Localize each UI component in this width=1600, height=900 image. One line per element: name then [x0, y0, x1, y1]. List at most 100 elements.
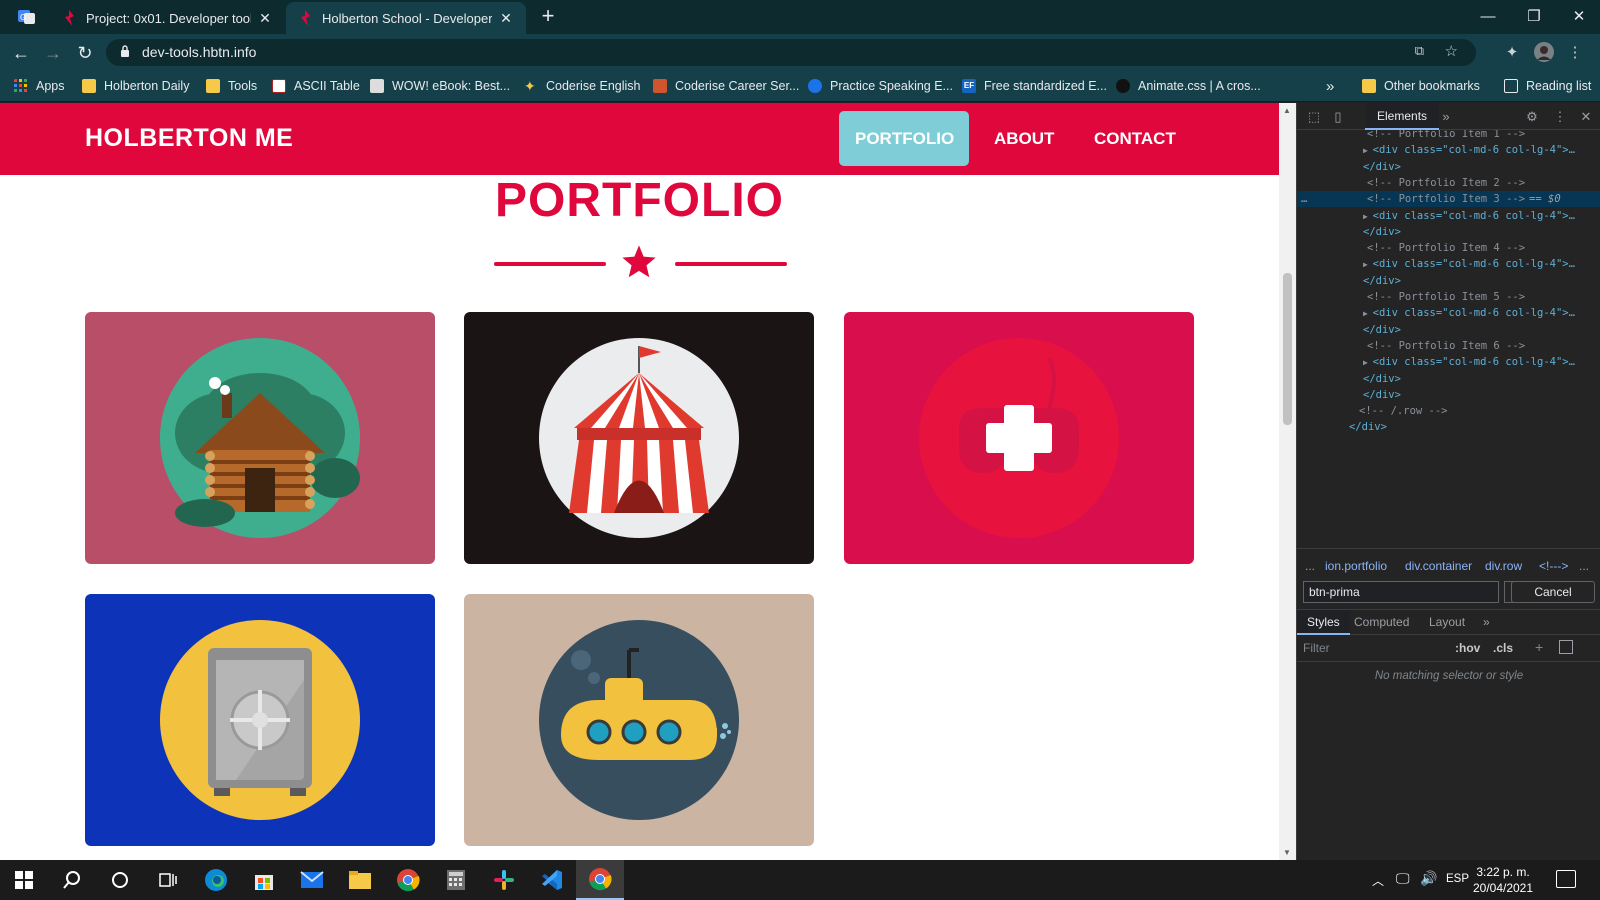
breadcrumb-item[interactable]: ion.portfolio [1325, 559, 1387, 573]
toggle-sidebar-icon[interactable] [1559, 640, 1573, 654]
more-tabs-chevron-icon[interactable]: » [1437, 108, 1455, 126]
devtools-menu-icon[interactable]: ⋮ [1551, 108, 1569, 126]
cortana-button[interactable] [96, 860, 144, 900]
chrome-app-active[interactable] [576, 860, 624, 900]
volume-icon[interactable]: 🔊 [1420, 870, 1437, 887]
dom-node[interactable]: <!-- Portfolio Item 1 --> [1297, 130, 1600, 142]
portfolio-item-game-controller[interactable] [844, 312, 1194, 564]
dom-node[interactable]: </div> [1297, 159, 1600, 175]
translate-icon[interactable]: ⧉ [1415, 43, 1424, 59]
bookmark-coderise-career[interactable]: Coderise Career Ser... [653, 76, 799, 96]
settings-gear-icon[interactable]: ⚙ [1523, 108, 1541, 126]
portfolio-item-submarine[interactable] [464, 594, 814, 846]
expand-node-icon[interactable]: ▶ [1363, 212, 1373, 221]
system-clock[interactable]: 3:22 p. m. 20/04/2021 [1468, 864, 1538, 896]
bookmark-practice-speaking[interactable]: Practice Speaking E... [808, 76, 953, 96]
dom-node[interactable]: <!-- Portfolio Item 6 --> [1297, 338, 1600, 354]
search-button[interactable] [48, 860, 96, 900]
close-tab-icon[interactable]: ✕ [498, 10, 514, 27]
inspect-element-icon[interactable]: ⬚ [1305, 108, 1323, 126]
bookmark-tools[interactable]: Tools [206, 76, 257, 96]
dom-tree[interactable]: <!-- Portfolio Item 1 --> ▶ <div class="c… [1297, 130, 1600, 548]
tab-layout[interactable]: Layout [1429, 615, 1465, 629]
start-button[interactable] [0, 860, 48, 900]
dom-node[interactable]: </div> [1297, 419, 1600, 435]
profile-avatar[interactable] [1533, 42, 1555, 64]
tab-project-devtools[interactable]: Project: 0x01. Developer tools | H ✕ [50, 2, 285, 34]
dom-node[interactable]: ▶ <div class="col-md-6 col-lg-4">… [1297, 256, 1600, 272]
dom-node[interactable]: </div> [1297, 322, 1600, 338]
tab-styles[interactable]: Styles [1297, 610, 1350, 635]
expand-node-icon[interactable]: ▶ [1363, 358, 1373, 367]
bookmark-ascii-table[interactable]: ASCII Table [272, 76, 360, 96]
breadcrumb-item[interactable]: <!---> [1539, 559, 1568, 573]
show-hidden-icons-chevron-icon[interactable]: ︿ [1372, 872, 1384, 889]
hov-toggle[interactable]: :hov [1455, 641, 1480, 655]
bookmark-wow-ebook[interactable]: WOW! eBook: Best... [370, 76, 510, 96]
close-window-button[interactable]: ✕ [1556, 4, 1600, 30]
new-tab-button[interactable]: + [536, 5, 560, 29]
store-app[interactable] [240, 860, 288, 900]
nav-link-portfolio[interactable]: PORTFOLIO [839, 111, 969, 166]
file-explorer-app[interactable] [336, 860, 384, 900]
more-style-tabs-icon[interactable]: » [1483, 615, 1490, 629]
cls-toggle[interactable]: .cls [1493, 641, 1513, 655]
edge-app[interactable] [192, 860, 240, 900]
breadcrumb-ellipsis[interactable]: ... [1305, 559, 1315, 573]
bookmark-free-standardized[interactable]: EF Free standardized E... [962, 76, 1107, 96]
tab-computed[interactable]: Computed [1354, 615, 1409, 629]
close-tab-icon[interactable]: ✕ [257, 10, 273, 27]
dom-node[interactable]: ▶ <div class="col-md-6 col-lg-4">… [1297, 208, 1600, 224]
portfolio-item-cabin[interactable] [85, 312, 435, 564]
dom-node-selected[interactable]: … <!-- Portfolio Item 3 --> == $0 [1297, 191, 1600, 208]
close-devtools-icon[interactable]: ✕ [1577, 108, 1595, 126]
breadcrumb-ellipsis[interactable]: ... [1579, 559, 1589, 573]
restore-window-button[interactable]: ❐ [1511, 4, 1557, 30]
expand-node-icon[interactable]: ▶ [1363, 260, 1373, 269]
portfolio-item-circus-tent[interactable] [464, 312, 814, 564]
dom-search-input[interactable]: btn-prima [1303, 581, 1499, 603]
chrome-menu-icon[interactable]: ⋮ [1564, 42, 1586, 64]
bookmark-coderise-english[interactable]: ✦ Coderise English [524, 76, 641, 96]
calculator-app[interactable] [432, 860, 480, 900]
bookmark-holberton-daily[interactable]: Holberton Daily [82, 76, 189, 96]
other-bookmarks[interactable]: Other bookmarks [1362, 76, 1480, 96]
reload-button[interactable]: ↻ [72, 40, 98, 66]
dom-node[interactable]: ▶ <div class="col-md-6 col-lg-4">… [1297, 142, 1600, 158]
dom-node[interactable]: ▶ <div class="col-md-6 col-lg-4">… [1297, 354, 1600, 370]
notification-center-icon[interactable] [1556, 870, 1576, 888]
new-style-rule-icon[interactable]: + [1535, 639, 1543, 655]
dom-node[interactable]: <!-- /.row --> [1297, 403, 1600, 419]
mail-app[interactable] [288, 860, 336, 900]
styles-filter-input[interactable]: Filter [1303, 641, 1453, 655]
forward-button[interactable]: → [40, 40, 66, 66]
page-scrollbar[interactable]: ▲ ▼ [1279, 103, 1296, 860]
vscode-app[interactable] [528, 860, 576, 900]
network-icon[interactable]: 🖵 [1396, 870, 1410, 887]
back-button[interactable]: ← [8, 40, 34, 66]
task-view-button[interactable] [144, 860, 192, 900]
breadcrumb-item[interactable]: div.row [1485, 559, 1522, 573]
minimize-window-button[interactable]: — [1465, 4, 1511, 30]
nav-link-about[interactable]: ABOUT [978, 111, 1070, 166]
address-bar[interactable]: dev-tools.hbtn.info ⧉ ☆ [106, 39, 1476, 66]
bookmark-star-icon[interactable]: ☆ [1445, 42, 1458, 60]
tab-elements[interactable]: Elements [1365, 103, 1440, 130]
input-language[interactable]: ESP [1446, 873, 1469, 885]
bookmark-apps[interactable]: Apps [14, 76, 65, 96]
scrollbar-thumb[interactable] [1283, 273, 1292, 425]
reading-list[interactable]: Reading list [1504, 76, 1591, 96]
breadcrumb-item[interactable]: div.container [1405, 559, 1472, 573]
scroll-up-icon[interactable]: ▲ [1283, 106, 1292, 115]
scroll-down-icon[interactable]: ▼ [1283, 848, 1292, 857]
panel-divider[interactable] [1297, 548, 1600, 549]
site-brand[interactable]: HOLBERTON ME [85, 124, 293, 153]
dom-node[interactable]: </div> [1297, 371, 1600, 387]
portfolio-item-safe[interactable] [85, 594, 435, 846]
bookmark-animate-css[interactable]: Animate.css | A cros... [1116, 76, 1261, 96]
node-actions-ellipsis[interactable]: … [1301, 191, 1307, 207]
nav-link-contact[interactable]: CONTACT [1078, 111, 1192, 166]
dom-node[interactable]: <!-- Portfolio Item 2 --> [1297, 175, 1600, 191]
expand-node-icon[interactable]: ▶ [1363, 309, 1373, 318]
device-toolbar-icon[interactable]: ▯ [1329, 108, 1347, 126]
